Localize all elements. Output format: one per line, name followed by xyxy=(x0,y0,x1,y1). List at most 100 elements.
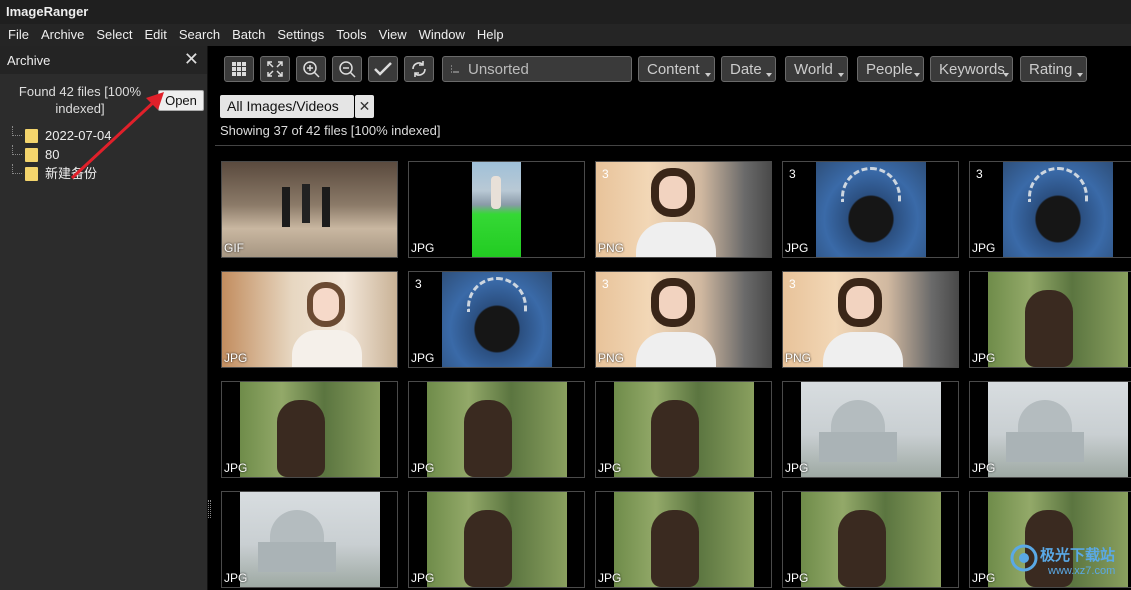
menu-item-file[interactable]: File xyxy=(2,24,35,46)
thumbnail[interactable]: JPG xyxy=(595,381,772,478)
thumbnail[interactable]: 3 PNG xyxy=(595,271,772,368)
file-format-label: JPG xyxy=(224,571,248,585)
watermark-url: www.xz7.com xyxy=(1048,565,1116,577)
folder-icon xyxy=(25,167,38,181)
thumbnail[interactable]: JPG xyxy=(969,271,1131,368)
menu-item-view[interactable]: View xyxy=(373,24,413,46)
dropdown-content[interactable]: Content xyxy=(638,56,715,82)
archive-panel-header: Archive ✕ xyxy=(0,46,207,74)
stack-count: 3 xyxy=(602,167,609,181)
check-icon[interactable] xyxy=(368,56,398,82)
stack-count: 3 xyxy=(789,167,796,181)
dropdown-world[interactable]: World xyxy=(785,56,848,82)
dropdown-label: Date xyxy=(730,61,762,78)
dropdown-keywords[interactable]: Keywords xyxy=(930,56,1013,82)
file-format-label: JPG xyxy=(785,461,809,475)
dropdown-label: Content xyxy=(647,61,700,78)
thumbnail[interactable]: GIF xyxy=(221,161,398,258)
watermark-text: 极光下载站 xyxy=(1040,547,1116,564)
close-panel-icon[interactable]: ✕ xyxy=(184,49,199,70)
dropdown-label: Keywords xyxy=(939,61,1005,78)
thumbnail[interactable]: JPG xyxy=(595,491,772,588)
dropdown-date[interactable]: Date xyxy=(721,56,776,82)
divider xyxy=(215,145,1131,146)
watermark-logo xyxy=(1010,544,1038,572)
menu-item-select[interactable]: Select xyxy=(90,24,138,46)
file-format-label: PNG xyxy=(785,351,812,365)
stack-count: 3 xyxy=(976,167,983,181)
sort-order-field[interactable]: Unsorted xyxy=(442,56,632,82)
sort-icon xyxy=(451,65,459,73)
chevron-down-icon xyxy=(766,73,772,77)
dropdown-rating[interactable]: Rating xyxy=(1020,56,1087,82)
thumbnail[interactable]: JPG xyxy=(782,491,959,588)
thumbnail[interactable]: JPG xyxy=(969,381,1131,478)
thumbnail[interactable]: 3 PNG xyxy=(782,271,959,368)
file-format-label: JPG xyxy=(972,351,996,365)
menu-item-tools[interactable]: Tools xyxy=(330,24,372,46)
folder-icon xyxy=(25,148,38,162)
thumbnail[interactable]: JPG xyxy=(221,491,398,588)
menu-item-batch[interactable]: Batch xyxy=(226,24,271,46)
thumbnail[interactable]: JPG xyxy=(408,491,585,588)
annotation-arrow xyxy=(70,92,164,180)
file-format-label: JPG xyxy=(972,461,996,475)
status-text: Showing 37 of 42 files [100% indexed] xyxy=(220,123,441,138)
file-format-label: JPG xyxy=(411,241,435,255)
menu-item-edit[interactable]: Edit xyxy=(138,24,172,46)
folder-icon xyxy=(25,129,38,143)
file-format-label: JPG xyxy=(785,571,809,585)
chevron-down-icon xyxy=(1003,73,1009,77)
thumbnail[interactable]: JPG xyxy=(408,161,585,258)
thumbnail[interactable]: 3 JPG xyxy=(408,271,585,368)
thumbnail[interactable]: JPG xyxy=(782,381,959,478)
dropdown-people[interactable]: People xyxy=(857,56,924,82)
thumbnail[interactable]: 3 JPG xyxy=(969,161,1131,258)
app-title: ImageRanger xyxy=(6,4,89,19)
file-format-label: JPG xyxy=(224,351,248,365)
folder-label: 80 xyxy=(45,147,60,162)
file-format-label: JPG xyxy=(598,571,622,585)
stack-count: 3 xyxy=(415,277,422,291)
tree-branch xyxy=(12,126,22,136)
sort-order-label: Unsorted xyxy=(468,61,529,78)
zoom-out-icon[interactable] xyxy=(332,56,362,82)
refresh-icon[interactable] xyxy=(404,56,434,82)
stack-count: 3 xyxy=(789,277,796,291)
tree-branch xyxy=(12,164,22,174)
title-bar: ImageRanger xyxy=(0,0,1131,24)
dropdown-label: People xyxy=(866,61,913,78)
menu-item-window[interactable]: Window xyxy=(413,24,471,46)
file-format-label: JPG xyxy=(972,571,996,585)
thumbnail[interactable]: JPG xyxy=(408,381,585,478)
remove-filter-icon[interactable]: ✕ xyxy=(355,95,374,118)
file-format-label: JPG xyxy=(224,461,248,475)
file-format-label: JPG xyxy=(785,241,809,255)
fit-icon[interactable] xyxy=(260,56,290,82)
thumbnail[interactable]: JPG xyxy=(221,381,398,478)
file-format-label: PNG xyxy=(598,241,625,255)
thumbnail[interactable]: JPG xyxy=(221,271,398,368)
menu-item-search[interactable]: Search xyxy=(173,24,226,46)
file-format-label: GIF xyxy=(224,241,244,255)
menu-item-help[interactable]: Help xyxy=(471,24,510,46)
panel-splitter[interactable] xyxy=(208,500,211,518)
menu-item-settings[interactable]: Settings xyxy=(271,24,330,46)
file-format-label: JPG xyxy=(598,461,622,475)
site-watermark: 极光下载站 www.xz7.com xyxy=(1010,538,1125,584)
archive-panel-title: Archive xyxy=(7,53,51,68)
thumbnail[interactable]: 3 PNG xyxy=(595,161,772,258)
file-format-label: PNG xyxy=(598,351,625,365)
dropdown-label: Rating xyxy=(1029,61,1073,78)
filter-chip[interactable]: All Images/Videos xyxy=(220,95,354,118)
menu-item-archive[interactable]: Archive xyxy=(35,24,90,46)
thumbnail[interactable]: 3 JPG xyxy=(782,161,959,258)
zoom-in-icon[interactable] xyxy=(296,56,326,82)
menu-bar: File Archive Select Edit Search Batch Settings… xyxy=(0,24,1131,46)
chevron-down-icon xyxy=(914,73,920,77)
chevron-down-icon xyxy=(705,73,711,77)
file-format-label: JPG xyxy=(972,241,996,255)
grid-view-icon[interactable] xyxy=(224,56,254,82)
dropdown-label: World xyxy=(794,61,833,78)
stack-count: 3 xyxy=(602,277,609,291)
